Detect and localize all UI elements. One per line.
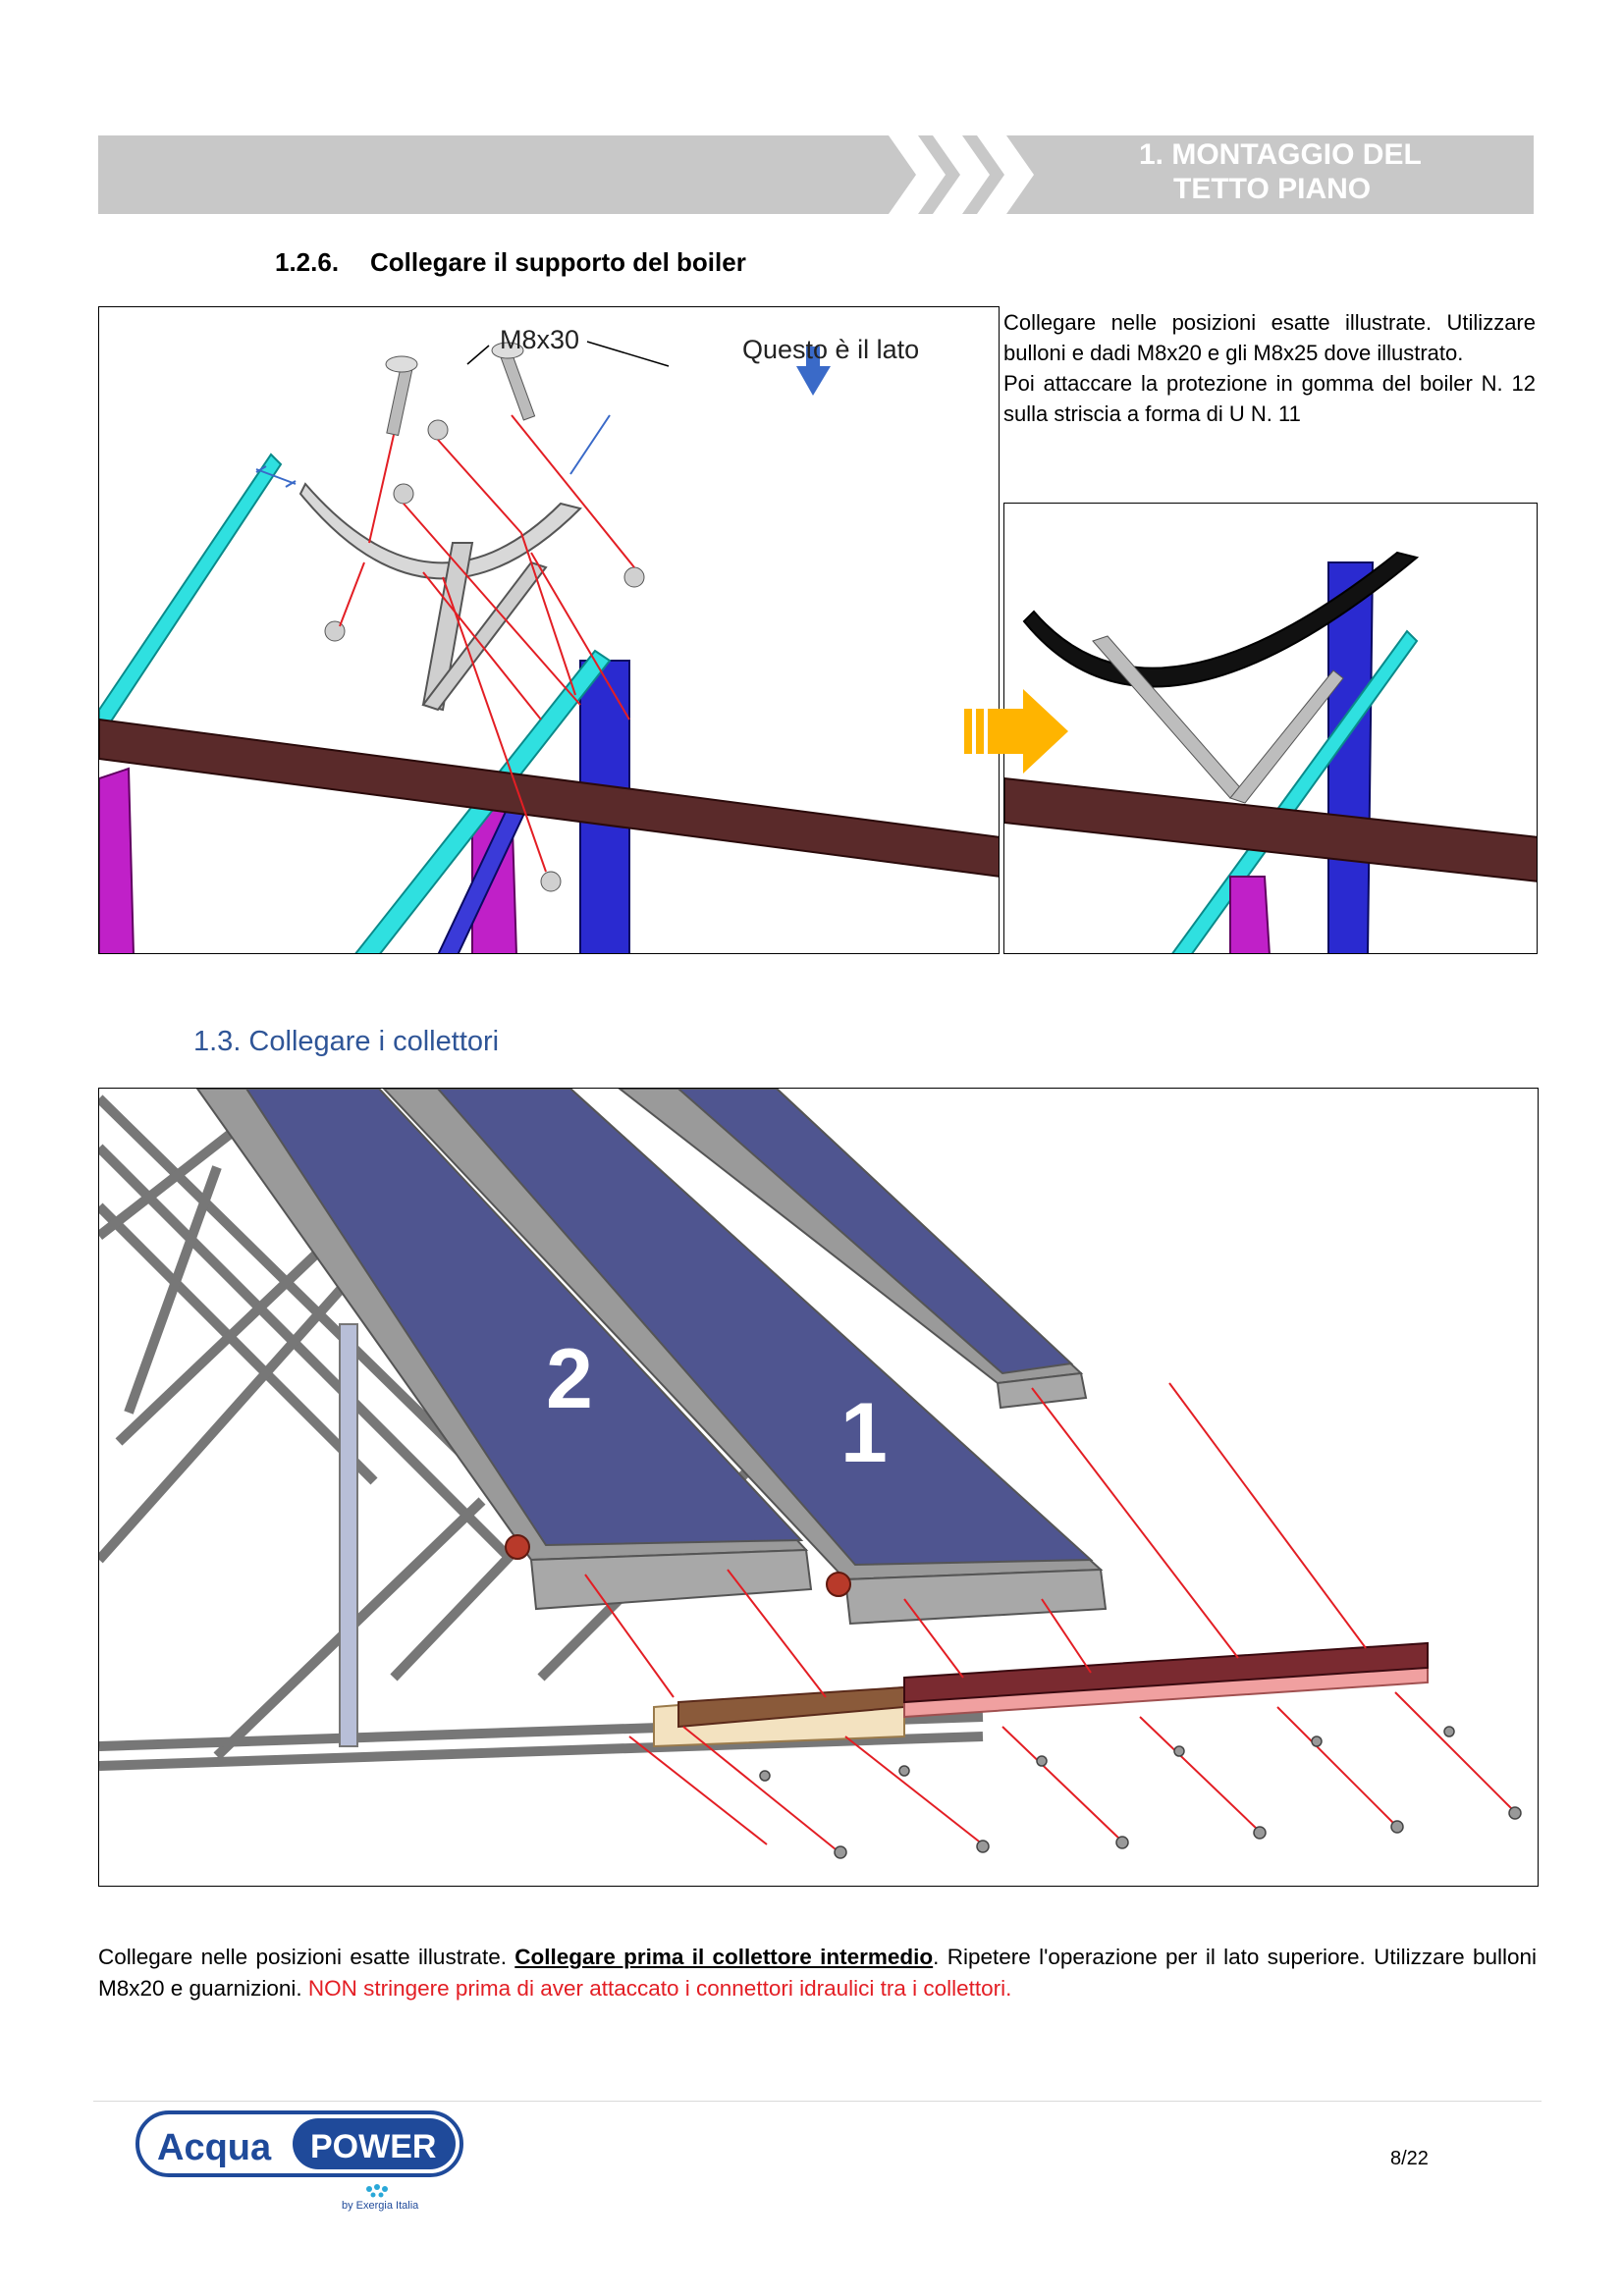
maroon-beam	[99, 718, 999, 878]
chapter-title-line1: 1. MONTAGGIO DEL	[1139, 138, 1422, 171]
nut-icon	[540, 871, 562, 892]
nut-icon	[393, 483, 414, 505]
footer-divider	[93, 2101, 1542, 2102]
instruction-text-side: Collegare nelle posizioni esatte illustr…	[1003, 307, 1536, 429]
chapter-title: 1. MONTAGGIO DEL TETTO PIANO	[1080, 135, 1453, 214]
instruction-paragraph: Poi attaccare la protezione in gomma del…	[1003, 371, 1536, 426]
subsection-heading: 1.2.6. Collegare il supporto del boiler	[275, 247, 746, 278]
instruction-text-a: Collegare nelle posizioni esatte illustr…	[98, 1945, 515, 1969]
cyan-beam-left	[99, 453, 283, 741]
section-heading: 1.3. Collegare i collettori	[193, 1026, 500, 1057]
down-arrow-icon	[796, 366, 831, 396]
nut-icon	[427, 419, 449, 441]
collectors-figure: 2 1 3	[98, 1088, 1539, 1887]
magenta-post-left	[99, 767, 135, 953]
bolt-icon	[385, 355, 418, 437]
bolt-icon	[759, 1726, 1522, 1859]
assembly-arrows	[584, 1382, 1514, 1850]
acqua-power-logo: Acqua POWER by Exergia Italia	[135, 2110, 463, 2212]
warning-text-end: .	[1005, 1976, 1012, 2001]
chevron-arrows-icon	[889, 135, 1034, 214]
boiler-support-result-figure	[1003, 503, 1538, 954]
page-number: 8/22	[1390, 2148, 1429, 2169]
side-indicator-label: Questo è il lato	[742, 335, 919, 364]
svg-text:POWER: POWER	[310, 2128, 436, 2165]
right-arrow-icon	[964, 689, 1068, 774]
subsection-number: 1.2.6.	[275, 247, 340, 277]
instruction-paragraph: Collegare nelle posizioni esatte illustr…	[1003, 310, 1536, 365]
instruction-text-collectors: Collegare nelle posizioni esatte illustr…	[98, 1942, 1537, 2004]
collector-label-1: 1	[840, 1386, 888, 1480]
svg-text:Acqua: Acqua	[157, 2127, 272, 2168]
chapter-title-line2: TETTO PIANO	[1173, 173, 1372, 205]
instruction-emphasis: Collegare prima il collettore intermedio	[514, 1945, 934, 1969]
warning-text: NON stringere prima di aver attaccato i …	[307, 1976, 1006, 2001]
nut-icon	[623, 566, 645, 588]
collector-label-3: 3	[1017, 1160, 1064, 1255]
bolt-size-label: M8x30	[500, 325, 579, 354]
nut-icon	[324, 620, 346, 642]
boiler-support-figure: M8x30 Questo è il lato	[98, 306, 1000, 954]
collector-label-2: 2	[546, 1332, 593, 1426]
svg-text:by Exergia Italia: by Exergia Italia	[342, 2200, 419, 2212]
subsection-title: Collegare il supporto del boiler	[370, 247, 746, 277]
